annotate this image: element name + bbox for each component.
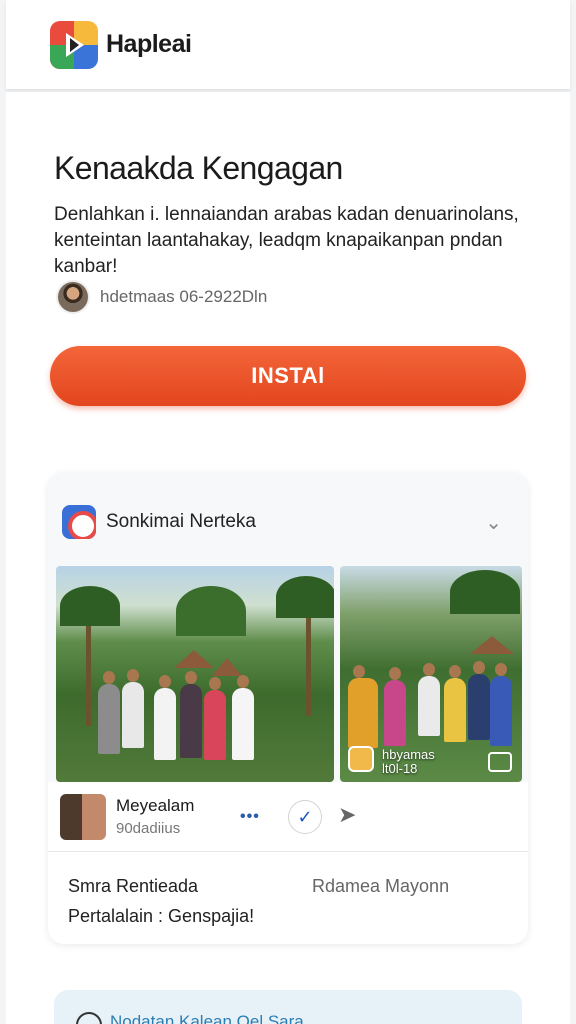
bottom-card[interactable]: Nodatan Kalean Oel Sara xyxy=(54,990,522,1024)
post-card: Sonkimai Nerteka ⌄ hbyamas lt0l-18 Meyea… xyxy=(48,472,528,944)
main-content: Kenaakda Kengagan Denlahkan i. lennaiand… xyxy=(6,92,570,1024)
profile-badge-icon xyxy=(348,746,374,772)
send-icon[interactable]: ➤ xyxy=(338,802,356,828)
gallery-photo-2[interactable]: hbyamas lt0l-18 xyxy=(340,566,522,782)
chevron-down-icon[interactable]: ⌄ xyxy=(485,510,502,535)
card-title: Sonkimai Nerteka xyxy=(106,511,256,532)
card-header[interactable]: Sonkimai Nerteka ⌄ xyxy=(62,502,502,542)
user-avatar[interactable] xyxy=(60,793,106,840)
brand-name: Hapleai xyxy=(106,30,192,58)
more-dots-icon[interactable]: ••• xyxy=(240,808,260,826)
photo-caption: hbyamas lt0l-18 xyxy=(382,747,435,776)
app-logo-icon[interactable] xyxy=(50,20,98,69)
page-title: Kenaakda Kengagan xyxy=(54,150,343,186)
card-footer: Smra Rentieada Pertalalain : Genspajia! … xyxy=(48,852,528,944)
user-row: Meyealam 90dadiius ••• ✓ ➤ xyxy=(48,782,528,852)
like-icon[interactable]: ✓ xyxy=(288,800,322,834)
bottom-card-text: Nodatan Kalean Oel Sara xyxy=(110,1012,304,1024)
card-app-icon xyxy=(62,505,96,539)
meta-text: hdetmaas 06-2922Dln xyxy=(100,287,268,306)
user-name[interactable]: Meyealam xyxy=(116,796,194,816)
footer-left-line1: Smra Rentieada xyxy=(68,876,199,896)
info-icon xyxy=(76,1012,102,1024)
top-bar: Hapleai xyxy=(6,0,570,90)
gallery-photo-1[interactable] xyxy=(56,566,334,782)
expand-icon[interactable] xyxy=(488,752,512,772)
install-button[interactable]: INSTAl xyxy=(50,346,526,406)
footer-right-link[interactable]: Rdamea Mayonn xyxy=(312,876,449,897)
app-description: Denlahkan i. lennaiandan arabas kadan de… xyxy=(54,204,519,277)
author-avatar xyxy=(56,280,90,314)
meta-row: hdetmaas 06-2922Dln xyxy=(56,280,267,314)
footer-left-line2: Pertalalain : Genspajia! xyxy=(68,906,255,926)
user-subtext: 90dadiius xyxy=(116,820,181,837)
